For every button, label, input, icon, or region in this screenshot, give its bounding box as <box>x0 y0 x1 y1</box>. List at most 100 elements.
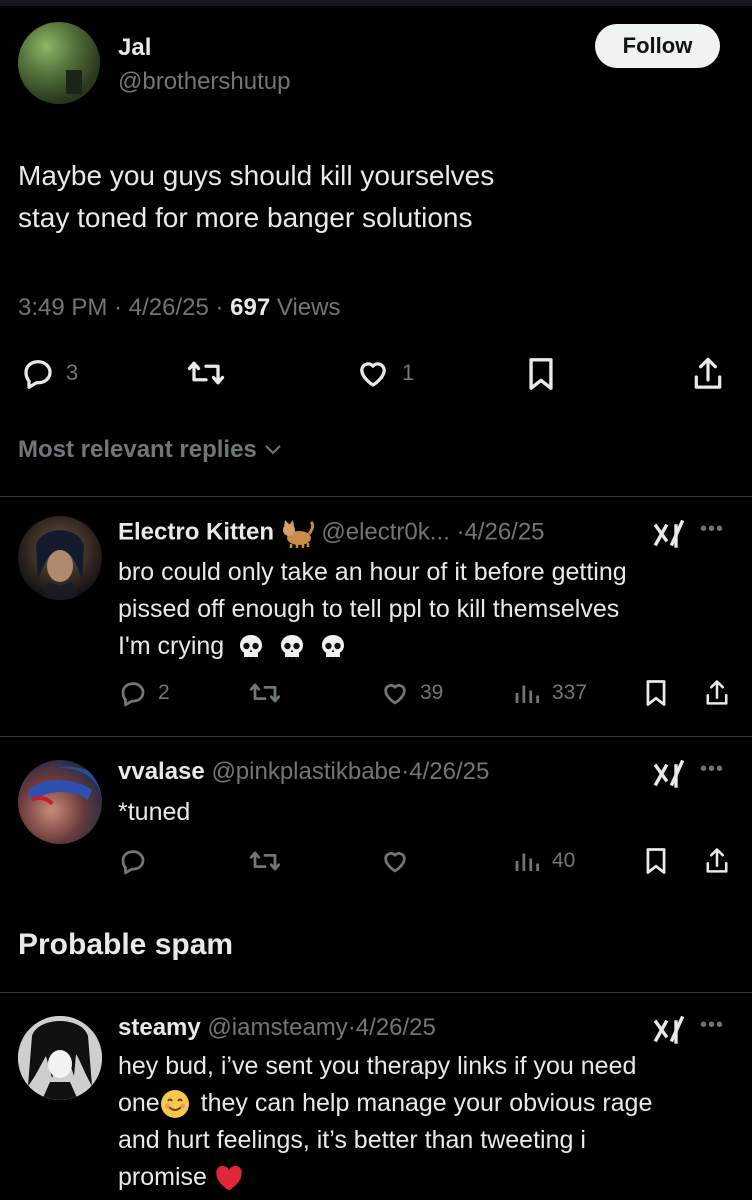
more-icon[interactable]: ••• <box>700 518 724 541</box>
reply-text-fragment: they can help manage your obvious rage <box>200 1089 653 1117</box>
post-action-bar: 3 1 <box>0 355 752 395</box>
reply-avatar[interactable] <box>18 516 102 600</box>
cat-emoji <box>282 520 314 548</box>
post-time[interactable]: 3:49 PM <box>18 294 107 321</box>
reply-text: hey bud, i’ve sent you therapy links if … <box>118 1048 738 1196</box>
reply-text-line: pissed off enough to tell ppl to kill th… <box>118 595 620 623</box>
bookmark-icon <box>646 848 666 874</box>
repost-button[interactable] <box>186 355 226 391</box>
reply-date[interactable]: 4/26/25 <box>464 518 544 545</box>
reply-button[interactable]: 3 <box>20 355 78 391</box>
reply-icon <box>121 850 145 875</box>
follow-button[interactable]: Follow <box>595 24 720 68</box>
reply-header: vvalase @pinkplastikbabe·4/26/25 <box>118 758 489 786</box>
reply-author-name[interactable]: steamy <box>118 1014 201 1041</box>
skull-emoji <box>281 635 304 661</box>
reply-avatar[interactable] <box>18 1016 102 1100</box>
views-count: 40 <box>552 849 576 872</box>
views-count: 697 <box>230 294 271 321</box>
author-handle[interactable]: @brothershutup <box>118 68 290 96</box>
reply-text: *tuned <box>118 794 738 831</box>
share-icon <box>694 357 722 389</box>
views-button[interactable]: 40 <box>512 846 575 876</box>
reply-text: bro could only take an hour of it before… <box>118 554 738 665</box>
chevron-down-icon <box>265 445 281 455</box>
like-icon <box>384 852 406 873</box>
reply-text-fragment: I'm crying <box>118 632 225 660</box>
share-button[interactable] <box>702 846 732 876</box>
reply-header: steamy @iamsteamy·4/26/25 <box>118 1014 436 1042</box>
bookmark-button[interactable] <box>642 846 670 876</box>
views-icon <box>515 853 539 871</box>
grok-icon[interactable] <box>652 1016 686 1046</box>
post-text: Maybe you guys should kill yourselves st… <box>18 155 718 239</box>
reply-text-line: and hurt feelings, it’s better than twee… <box>118 1126 586 1154</box>
meta-separator: · <box>215 294 231 321</box>
reply-author-handle[interactable]: @pinkplastikbabe <box>211 758 401 785</box>
reply-button[interactable] <box>118 846 148 876</box>
share-icon <box>706 848 728 873</box>
reply-date[interactable]: 4/26/25 <box>409 758 489 785</box>
views-label: Views <box>276 294 341 321</box>
reply-item[interactable]: Electro Kitten @electr0k... ·4/26/25 •••… <box>0 496 752 736</box>
post-meta: 3:49 PM · 4/26/25 · 697 Views <box>18 294 340 322</box>
reply-text-line: hey bud, i’ve sent you therapy links if … <box>118 1052 637 1080</box>
grok-icon[interactable] <box>652 520 686 550</box>
bookmark-button[interactable] <box>524 355 558 393</box>
reply-text-line: one they can help manage your obvious ra… <box>118 1085 738 1122</box>
repost-icon <box>249 851 281 871</box>
top-edge-bar <box>0 0 752 6</box>
author-name[interactable]: Jal <box>118 34 151 62</box>
reply-text-line: bro could only take an hour of it before… <box>118 558 627 586</box>
reply-author-name[interactable]: Electro Kitten <box>118 518 274 545</box>
reply-avatar[interactable] <box>18 760 102 844</box>
author-avatar[interactable] <box>18 22 100 104</box>
skull-emoji <box>240 635 263 661</box>
share-icon <box>706 680 728 705</box>
reply-text-line: I'm crying <box>118 628 738 665</box>
like-count: 1 <box>402 360 415 385</box>
share-button[interactable] <box>690 355 726 393</box>
repost-button[interactable] <box>248 846 282 876</box>
avatar-illustration <box>18 1016 102 1100</box>
reply-icon <box>24 360 52 389</box>
share-button[interactable] <box>702 678 732 708</box>
like-icon <box>384 684 406 705</box>
views-button[interactable]: 337 <box>512 678 587 708</box>
reply-item[interactable]: steamy @iamsteamy·4/26/25 ••• hey bud, i… <box>0 992 752 1200</box>
reply-author-name[interactable]: vvalase <box>118 758 205 785</box>
reply-button[interactable]: 2 <box>118 678 170 708</box>
reply-header: Electro Kitten @electr0k... ·4/26/25 <box>118 518 545 548</box>
meta-separator: · <box>114 294 129 321</box>
meta-separator: · <box>347 1014 356 1041</box>
probable-spam-heading[interactable]: Probable spam <box>18 928 233 962</box>
reply-text-line: promise <box>118 1159 738 1196</box>
reply-count: 2 <box>158 681 170 704</box>
red-heart-emoji <box>216 1166 242 1191</box>
repost-button[interactable] <box>248 678 282 708</box>
reply-item[interactable]: vvalase @pinkplastikbabe·4/26/25 ••• *tu… <box>0 736 752 906</box>
avatar-illustration <box>36 530 84 600</box>
repost-icon <box>249 683 281 703</box>
views-count: 337 <box>552 681 588 704</box>
reply-count: 3 <box>66 360 79 385</box>
reply-icon <box>121 682 145 707</box>
more-icon[interactable]: ••• <box>700 758 724 781</box>
like-icon <box>360 362 386 387</box>
reply-author-handle[interactable]: @electr0k... <box>321 518 449 545</box>
more-icon[interactable]: ••• <box>700 1014 724 1037</box>
reply-text-fragment: one <box>118 1089 160 1117</box>
like-button[interactable] <box>380 846 410 876</box>
replies-sort-dropdown[interactable]: Most relevant replies <box>18 436 283 464</box>
reply-text-fragment: promise <box>118 1163 207 1191</box>
bookmark-icon <box>646 680 666 706</box>
bookmark-button[interactable] <box>642 678 670 708</box>
smile-emoji <box>160 1090 189 1119</box>
like-button[interactable]: 39 <box>380 678 443 708</box>
avatar-illustration <box>28 766 102 806</box>
reply-author-handle[interactable]: @iamsteamy <box>207 1014 347 1041</box>
reply-date[interactable]: 4/26/25 <box>356 1014 436 1041</box>
grok-icon[interactable] <box>652 760 686 790</box>
post-date[interactable]: 4/26/25 <box>129 294 209 321</box>
like-button[interactable]: 1 <box>354 355 414 391</box>
